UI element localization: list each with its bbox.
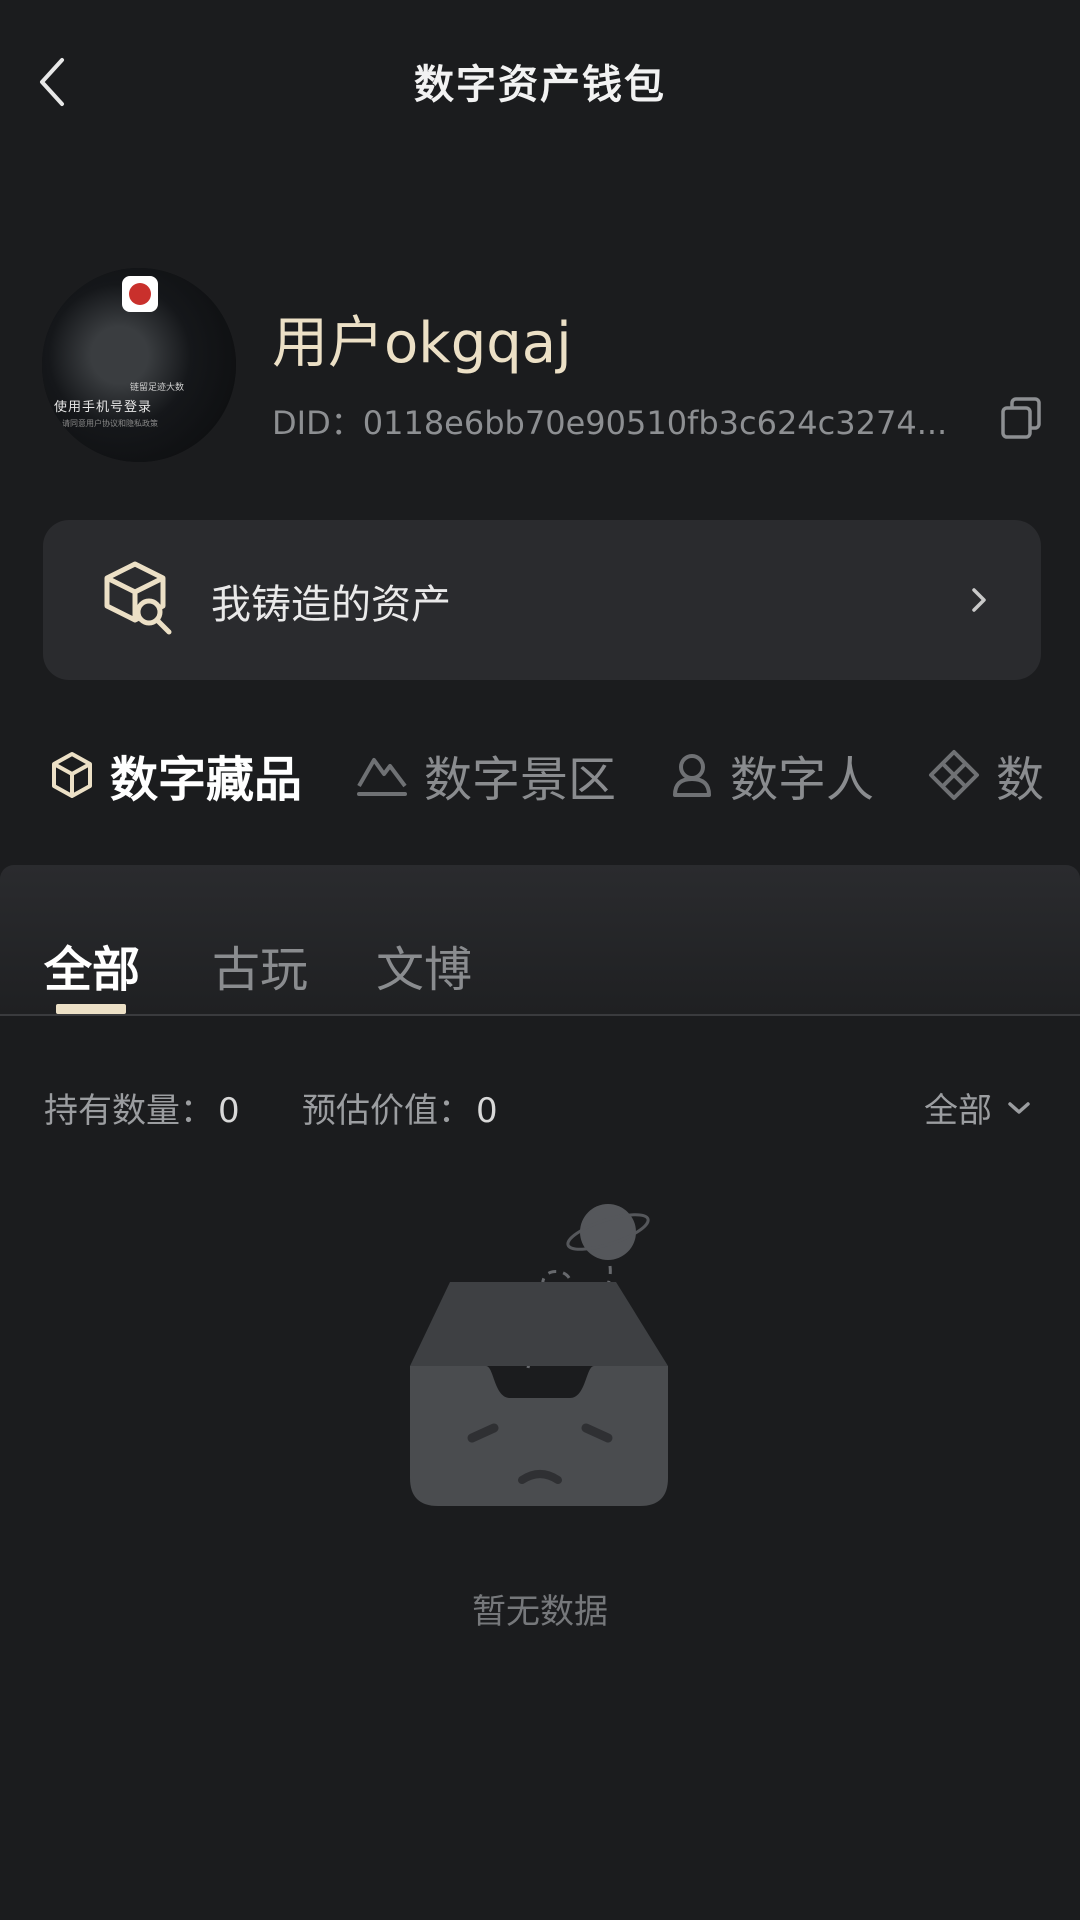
- copy-icon[interactable]: [1000, 396, 1042, 440]
- divider: [0, 1014, 1080, 1016]
- chevron-right-icon: [964, 582, 994, 618]
- mountain-icon: [357, 758, 407, 796]
- avatar-caption-small: 链留足迹大数: [130, 383, 185, 393]
- holding-label: 持有数量：: [44, 1091, 214, 1131]
- subtab-panel: [0, 865, 1080, 1015]
- holding-value: 0: [218, 1091, 240, 1131]
- app-logo-icon: [122, 276, 158, 312]
- empty-state-text: 暂无数据: [472, 1592, 608, 1632]
- category-tab-scenic[interactable]: 数字景区: [356, 745, 616, 808]
- did-label: DID：: [272, 404, 363, 442]
- empty-box-planet-icon: [410, 1198, 680, 1508]
- avatar[interactable]: 链留足迹大数 使用手机号登录 请同意用户协议和隐私政策: [42, 268, 236, 462]
- category-tab-collectibles[interactable]: 数字藏品: [50, 745, 302, 808]
- subtab-antiques[interactable]: 古玩: [212, 930, 308, 1000]
- category-tab-more[interactable]: 数: [928, 745, 1044, 808]
- chevron-down-icon: [1008, 1101, 1030, 1114]
- minted-assets-label: 我铸造的资产: [211, 582, 451, 628]
- filter-dropdown[interactable]: 全部: [924, 1083, 1032, 1132]
- page-title: 数字资产钱包: [414, 62, 666, 108]
- subtab-all[interactable]: 全部: [44, 930, 140, 1000]
- estimate-value: 0: [476, 1091, 498, 1131]
- mint-box-icon: [101, 560, 177, 636]
- filter-label: 全部: [924, 1091, 992, 1131]
- subtab-museum[interactable]: 文博: [376, 930, 472, 1000]
- active-tab-indicator: [56, 1004, 126, 1014]
- minted-assets-card[interactable]: 我铸造的资产: [43, 520, 1041, 680]
- category-tab-label: 数字人: [730, 752, 875, 808]
- person-icon: [673, 754, 711, 797]
- username: 用户okgqaj: [272, 311, 572, 376]
- estimate-label: 预估价值：: [302, 1091, 472, 1131]
- category-tab-digital-human[interactable]: 数字人: [670, 745, 874, 808]
- did-text: DID：0118e6bb70e90510fb3c624c3274...: [272, 398, 962, 444]
- avatar-caption-tiny: 请同意用户协议和隐私政策: [62, 419, 158, 428]
- category-tab-label: 数字藏品: [110, 752, 303, 808]
- did-value: 0118e6bb70e90510fb3c624c3274...: [362, 404, 948, 442]
- holding-count: 持有数量： 0: [44, 1083, 240, 1132]
- category-tab-label: 数: [996, 752, 1045, 808]
- cube-icon: [52, 752, 92, 798]
- category-tab-label: 数字景区: [424, 752, 617, 808]
- diamond-grid-icon: [929, 750, 979, 800]
- estimated-value: 预估价值： 0: [302, 1083, 498, 1132]
- avatar-caption: 使用手机号登录: [54, 400, 153, 415]
